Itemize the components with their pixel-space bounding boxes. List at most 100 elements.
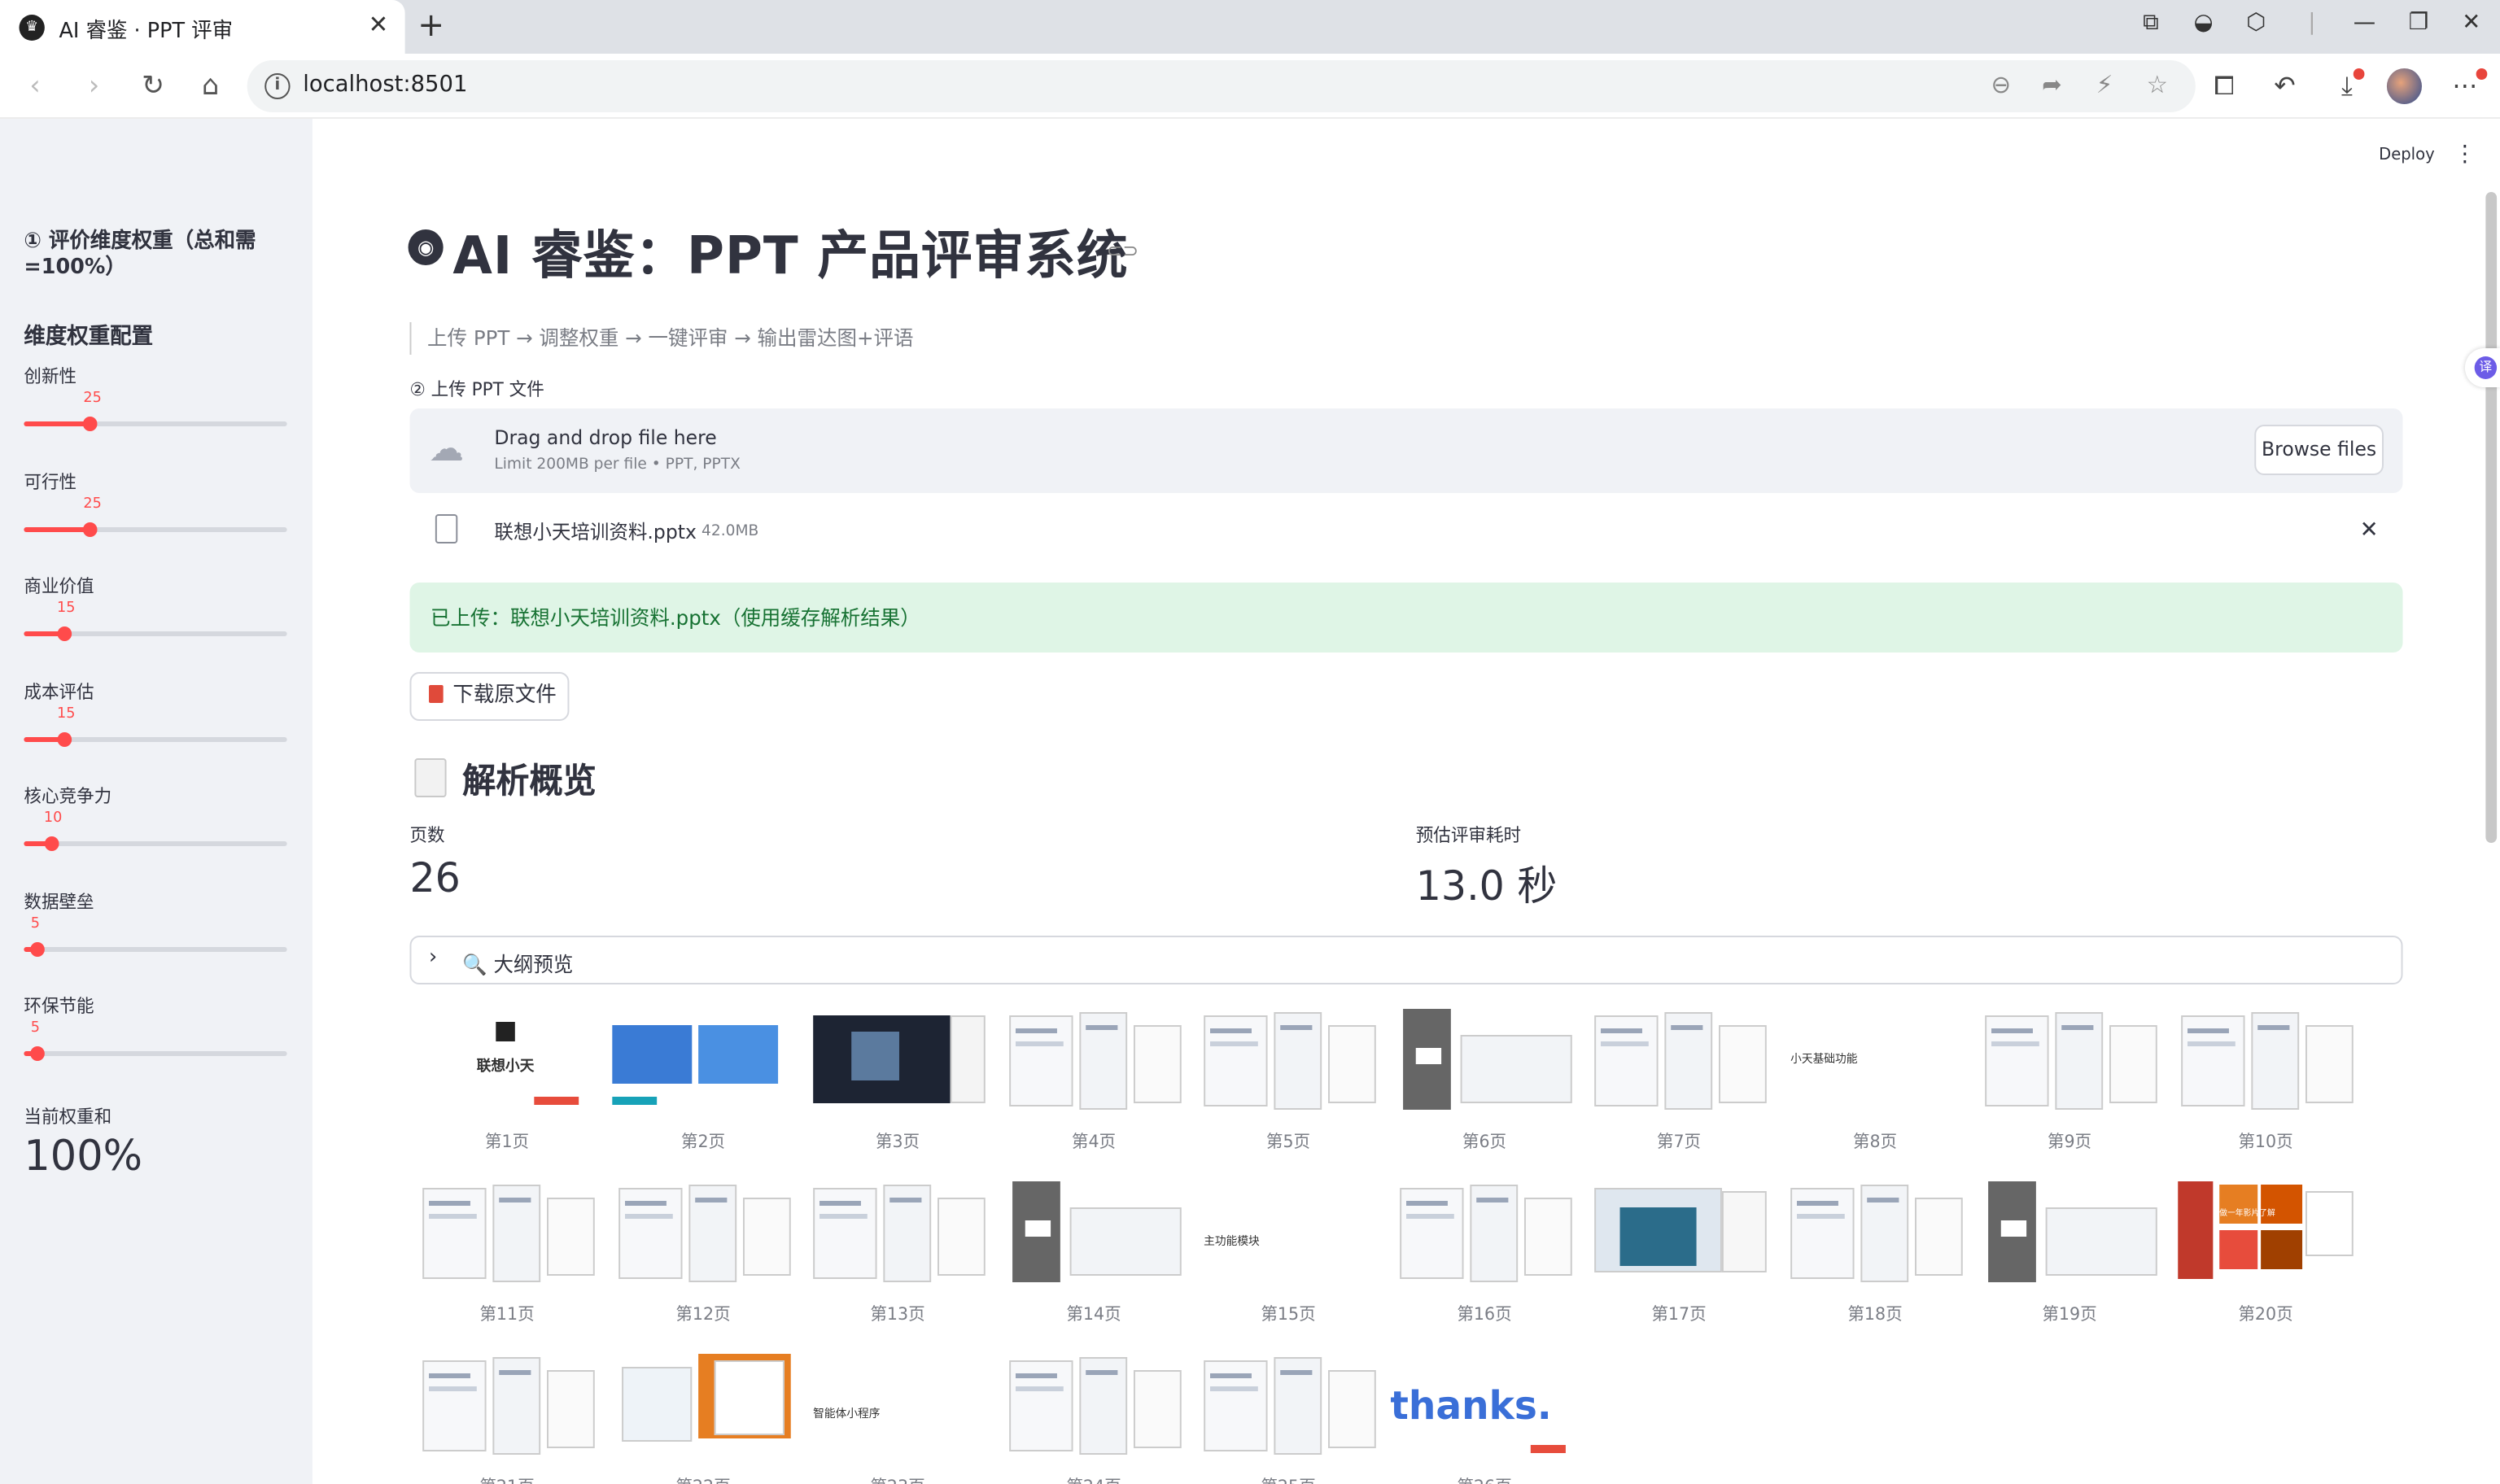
slide-thumbnail[interactable] — [609, 1347, 798, 1461]
remove-file-icon[interactable]: ✕ — [2360, 517, 2379, 543]
slider-track[interactable] — [24, 626, 287, 641]
slide-shape — [851, 1032, 899, 1080]
new-tab-icon[interactable]: + — [417, 5, 444, 44]
slider-thumb[interactable] — [43, 836, 59, 851]
incognito-icon[interactable]: ◒ — [2188, 10, 2219, 36]
uploaded-file-name: 联想小天培训资料.pptx — [494, 521, 697, 543]
zoom-out-icon[interactable]: ⊖ — [1985, 70, 2017, 99]
restore-icon[interactable]: ❐ — [2402, 10, 2434, 36]
share-icon[interactable]: ➦ — [2036, 70, 2068, 99]
bookmark-star-icon[interactable]: ☆ — [2141, 70, 2173, 99]
browse-files-button[interactable]: Browse files — [2254, 425, 2384, 475]
file-dropzone[interactable]: ☁ Drag and drop file here Limit 200MB pe… — [409, 408, 2403, 493]
slide-thumbnail[interactable] — [609, 1175, 798, 1289]
slide-thumbnail[interactable]: 做一年影片了解 — [2171, 1175, 2360, 1289]
lightning-icon[interactable]: ⚡ — [2089, 70, 2121, 99]
slide-thumbnail[interactable]: 联想小天 — [413, 1002, 601, 1116]
slide-thumbnail[interactable] — [1194, 1347, 1383, 1461]
slide-thumbnail[interactable] — [1390, 1002, 1579, 1116]
slider-thumb[interactable] — [83, 522, 98, 536]
main-menu-icon[interactable]: ⋮ — [2454, 142, 2476, 168]
site-info-icon[interactable]: i — [264, 73, 291, 99]
slide-thumbnail[interactable] — [1975, 1002, 2164, 1116]
slide-caption: 第12页 — [675, 1305, 731, 1325]
slider-thumb[interactable] — [30, 941, 46, 956]
slide-thumbnail[interactable] — [1584, 1175, 1773, 1289]
slide-thumbnail[interactable]: 智能体小程序 — [803, 1347, 992, 1461]
slide-thumbnail[interactable] — [1390, 1175, 1579, 1289]
slide-thumbnail[interactable] — [803, 1002, 992, 1116]
forward-icon[interactable]: › — [76, 70, 111, 103]
slide-thumbnail[interactable] — [1584, 1002, 1773, 1116]
slide-shape — [2261, 1230, 2303, 1269]
url-text[interactable]: localhost:8501 — [303, 72, 467, 98]
browser-tab-active[interactable]: ♛ AI 睿鉴 · PPT 评审 ✕ — [0, 0, 405, 54]
slider-label: 商业价值 — [24, 576, 94, 597]
slide-thumbnail[interactable] — [413, 1347, 601, 1461]
window-close-icon[interactable]: ✕ — [2455, 10, 2487, 36]
slide-thumbnail[interactable] — [999, 1002, 1188, 1116]
slide-thumbnail[interactable] — [1975, 1175, 2164, 1289]
slide-shape — [1025, 1220, 1051, 1237]
home-icon[interactable]: ⌂ — [193, 70, 228, 103]
slide-thumbnail[interactable] — [1781, 1175, 1969, 1289]
slide-shape — [1016, 1386, 1064, 1391]
slide-shape — [622, 1367, 693, 1442]
download-label: 下载原文件 — [452, 683, 557, 708]
slide-shape — [612, 1097, 658, 1105]
omnibox[interactable]: i localhost:8501 ⊖ ➦ ⚡ ☆ — [247, 60, 2196, 112]
slider-thumb[interactable] — [83, 417, 98, 431]
slide-thumbnail[interactable] — [999, 1175, 1188, 1289]
outline-preview-expander[interactable]: › 🔍 大纲预览 — [409, 936, 2403, 984]
slider-track[interactable] — [24, 522, 287, 536]
slider-thumb[interactable] — [57, 731, 72, 746]
extensions-tab-icon[interactable]: ⬡ — [2240, 10, 2272, 36]
sidebar-subheader: 维度权重配置 — [24, 324, 154, 350]
slide-shape — [1719, 1025, 1767, 1103]
reload-icon[interactable]: ↻ — [136, 70, 171, 103]
translate-widget[interactable]: 译 — [2464, 348, 2500, 387]
slider-track[interactable] — [24, 731, 287, 746]
extensions-icon[interactable]: ⧠ — [2207, 70, 2242, 103]
download-file-icon — [429, 685, 444, 703]
slide-shape — [714, 1360, 785, 1435]
slide-thumbnail[interactable] — [803, 1175, 992, 1289]
slide-shape — [2305, 1025, 2354, 1103]
page-title: AI 睿鉴：PPT 产品评审系统 — [452, 225, 1129, 286]
slider-value: 5 — [30, 1020, 40, 1037]
download-original-button[interactable]: 下载原文件 — [409, 672, 570, 721]
back-icon[interactable]: ‹ — [18, 70, 53, 103]
slider-track[interactable] — [24, 417, 287, 431]
slide-thumbnail[interactable] — [1194, 1002, 1383, 1116]
slider-track[interactable] — [24, 836, 287, 851]
slider-track[interactable] — [24, 1046, 287, 1061]
anchor-link-icon[interactable]: ⊂⊃ — [1107, 239, 1139, 262]
tab-close-icon[interactable]: ✕ — [369, 10, 389, 39]
slide-caption: 第22页 — [609, 1474, 797, 1484]
slide-thumbnail[interactable] — [609, 1002, 798, 1116]
metric-pages-value: 26 — [409, 854, 461, 901]
tab-actions-icon[interactable]: ⧉ — [2135, 10, 2166, 36]
slider-label: 环保节能 — [24, 996, 94, 1017]
slider-thumb[interactable] — [30, 1046, 46, 1061]
slide-text: 主功能模块 — [1204, 1235, 1260, 1248]
slide-shape — [1671, 1025, 1703, 1030]
slider-value: 25 — [83, 391, 102, 407]
slide-thumbnail[interactable] — [2171, 1002, 2360, 1116]
undo-icon[interactable]: ↶ — [2267, 70, 2302, 101]
deploy-button[interactable]: Deploy — [2379, 146, 2435, 164]
slide-thumbnail[interactable]: 小天基础功能 — [1781, 1002, 1969, 1116]
minimize-icon[interactable]: — — [2349, 10, 2380, 36]
slider-thumb[interactable] — [57, 626, 72, 641]
slide-shape — [806, 1354, 979, 1448]
slide-shape — [1328, 1025, 1376, 1103]
avatar[interactable] — [2386, 68, 2423, 104]
slide-thumbnail[interactable]: 主功能模块 — [1194, 1175, 1383, 1289]
slider-label: 数据壁垒 — [24, 891, 94, 912]
page-scrollbar[interactable] — [2485, 192, 2498, 843]
slide-thumbnail[interactable] — [999, 1347, 1188, 1461]
slide-thumbnail[interactable]: thanks. — [1390, 1347, 1579, 1461]
slide-text: thanks. — [1390, 1383, 1552, 1429]
slider-track[interactable] — [24, 941, 287, 956]
slide-thumbnail[interactable] — [413, 1175, 601, 1289]
